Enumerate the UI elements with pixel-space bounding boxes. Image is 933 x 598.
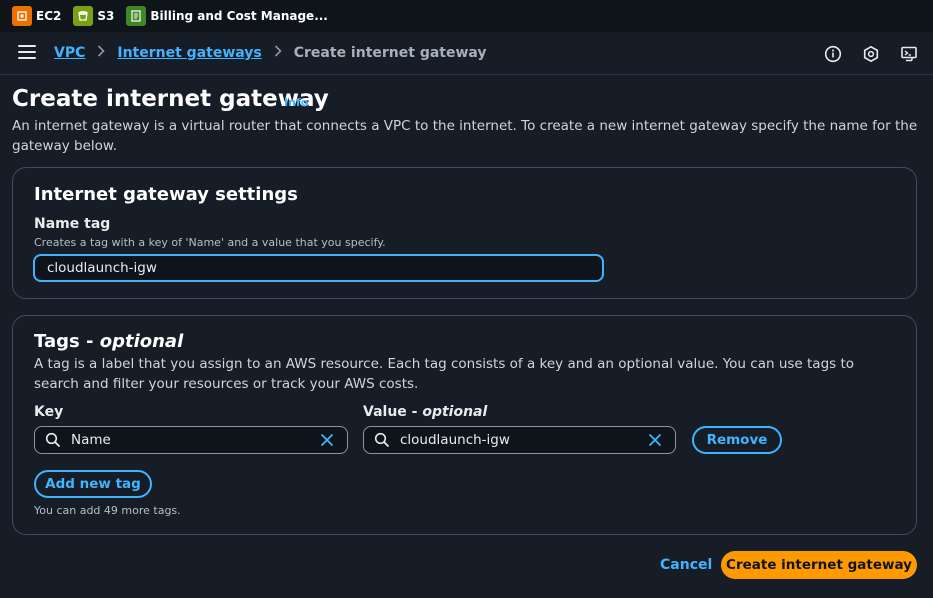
cloudshell-icon[interactable] — [899, 44, 919, 64]
chevron-right-icon — [274, 45, 282, 61]
tag-value-input[interactable]: cloudlaunch-igw — [363, 426, 676, 454]
tag-value-value: cloudlaunch-igw — [400, 432, 510, 448]
key-label: Key — [34, 404, 64, 420]
add-new-tag-button[interactable]: Add new tag — [34, 470, 152, 498]
close-icon[interactable] — [319, 432, 335, 448]
breadcrumb-bar: VPC Internet gateways Create internet ga… — [0, 33, 933, 75]
page-title: Create internet gateway — [12, 86, 329, 112]
tags-title-optional: optional — [99, 331, 184, 352]
value-label: Value - optional — [363, 404, 487, 420]
remove-tag-button[interactable]: Remove — [692, 426, 782, 454]
favorites-bar: EC2 S3 Billing and Cost Manage... — [0, 0, 933, 32]
breadcrumb: VPC Internet gateways Create internet ga… — [54, 45, 487, 61]
value-label-main: Value - — [363, 404, 423, 420]
value-label-optional: optional — [422, 404, 488, 420]
tags-panel: Tags - optional A tag is a label that yo… — [12, 315, 917, 535]
breadcrumb-internet-gateways[interactable]: Internet gateways — [117, 45, 261, 61]
settings-title: Internet gateway settings — [34, 184, 298, 205]
name-tag-hint: Creates a tag with a key of 'Name' and a… — [34, 236, 386, 249]
chevron-right-icon — [97, 45, 106, 61]
name-tag-label: Name tag — [34, 216, 111, 232]
header-tools — [805, 44, 919, 64]
search-icon — [45, 432, 61, 448]
settings-panel: Internet gateway settings Name tag Creat… — [12, 167, 917, 299]
billing-icon — [126, 6, 147, 26]
cancel-button[interactable]: Cancel — [660, 557, 712, 573]
close-icon[interactable] — [647, 432, 663, 448]
tag-key-value: Name — [71, 432, 111, 448]
page-description: An internet gateway is a virtual router … — [12, 118, 918, 154]
create-internet-gateway-button[interactable]: Create internet gateway — [721, 551, 917, 579]
s3-icon — [73, 6, 94, 26]
breadcrumb-current: Create internet gateway — [293, 45, 487, 61]
ec2-icon — [12, 6, 32, 26]
menu-icon[interactable] — [18, 45, 36, 61]
favorite-label: EC2 — [36, 9, 62, 23]
favorite-s3[interactable]: S3 — [73, 6, 114, 26]
tags-title-main: Tags - — [34, 331, 100, 352]
tag-key-input[interactable]: Name — [34, 426, 348, 454]
favorite-label: S3 — [97, 9, 115, 23]
tags-title: Tags - optional — [34, 331, 183, 352]
notifications-hexagon-icon[interactable] — [861, 44, 881, 64]
name-tag-input[interactable] — [33, 254, 604, 282]
tag-limit-hint: You can add 49 more tags. — [34, 504, 181, 517]
favorite-ec2[interactable]: EC2 — [12, 6, 61, 26]
info-circle-icon[interactable] — [823, 44, 843, 64]
favorite-billing[interactable]: Billing and Cost Manage... — [126, 6, 328, 26]
tags-description: A tag is a label that you assign to an A… — [34, 356, 855, 392]
search-icon — [374, 432, 390, 448]
breadcrumb-vpc[interactable]: VPC — [54, 45, 85, 61]
info-link[interactable]: Info — [284, 96, 308, 109]
favorite-label: Billing and Cost Manage... — [150, 9, 328, 23]
